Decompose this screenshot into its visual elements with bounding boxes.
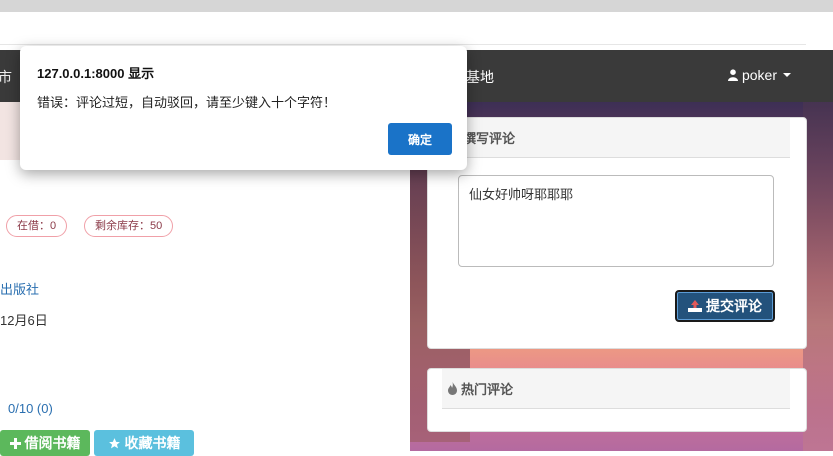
upload-icon <box>688 300 702 312</box>
write-comment-header: 撰写评论 <box>442 118 790 158</box>
comment-textarea[interactable]: 仙女好帅呀耶耶耶 <box>458 175 774 267</box>
submit-comment-button[interactable]: 提交评论 <box>675 290 775 322</box>
hot-comments-card: 热门评论 <box>427 368 807 432</box>
star-icon <box>108 437 121 450</box>
borrowed-count-badge: 在借：0 <box>6 215 68 237</box>
favorite-book-button[interactable]: 收藏书籍 <box>94 430 194 456</box>
borrow-book-label: 借阅书籍 <box>24 435 81 451</box>
rating-link[interactable]: 0/10 (0) <box>8 401 53 416</box>
hot-comments-title: 热门评论 <box>461 382 514 397</box>
submit-comment-label: 提交评论 <box>706 298 762 314</box>
borrow-book-button[interactable]: 借阅书籍 <box>0 430 90 456</box>
chevron-down-icon <box>783 73 791 77</box>
write-comment-card: 撰写评论 仙女好帅呀耶耶耶 提交评论 <box>427 117 807 349</box>
user-icon <box>727 69 738 81</box>
address-bar[interactable] <box>0 14 806 45</box>
browser-chrome-top <box>0 0 833 12</box>
user-name: poker <box>741 67 777 83</box>
publish-date: 12月6日 <box>0 313 48 328</box>
flame-icon <box>448 382 457 395</box>
plus-icon <box>9 437 21 449</box>
stock-badge: 剩余库存：50 <box>84 215 174 237</box>
publisher-link[interactable]: 出版社 <box>0 279 39 298</box>
browser-address-area <box>0 12 833 48</box>
hot-comments-header: 热门评论 <box>442 369 790 409</box>
dialog-title: 127.0.0.1:8000 显示 <box>37 66 155 81</box>
alert-dialog: 127.0.0.1:8000 显示 错误：评论过短，自动驳回，请至少键入十个字符… <box>20 46 467 170</box>
write-comment-title: 撰写评论 <box>463 131 516 146</box>
dialog-message: 错误：评论过短，自动驳回，请至少键入十个字符！ <box>37 95 337 110</box>
favorite-book-label: 收藏书籍 <box>124 435 181 451</box>
user-menu[interactable]: poker <box>727 67 791 83</box>
nav-item-left[interactable]: 市 <box>0 67 12 87</box>
dialog-ok-button[interactable]: 确定 <box>388 123 452 155</box>
